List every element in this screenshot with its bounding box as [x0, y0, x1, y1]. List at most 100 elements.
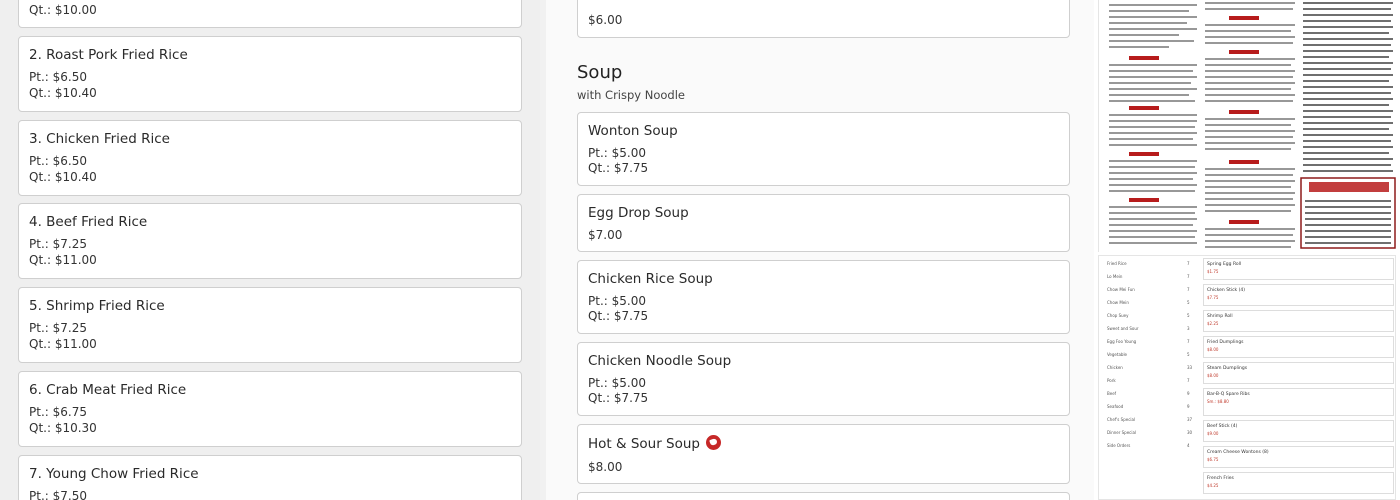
- pint-price: Pt.: $7.25: [29, 237, 87, 251]
- mini-item-name: Cream Cheese Wontons (8): [1207, 450, 1269, 455]
- category-count: 5: [1187, 313, 1190, 318]
- mini-item-price: Sm.: $8.80: [1207, 399, 1229, 404]
- category-name: Chef's Special: [1107, 417, 1136, 422]
- category-count: 9: [1187, 391, 1190, 396]
- item-title: Egg Drop Soup: [588, 205, 689, 221]
- mini-item-price: $7.75: [1207, 295, 1219, 300]
- category-count: 3: [1187, 326, 1190, 331]
- quart-price: Qt.: $10.00: [29, 3, 97, 17]
- pint-price: Pt.: $6.75: [29, 405, 87, 419]
- category-name: Fried Rice: [1107, 261, 1127, 266]
- quart-price: Qt.: $10.40: [29, 86, 97, 100]
- mini-item-price: $1.75: [1207, 269, 1219, 274]
- category-count: 37: [1187, 417, 1193, 422]
- quart-price: Qt.: $10.30: [29, 421, 97, 435]
- mini-item-card: Shrimp Roll $2.25: [1203, 310, 1394, 332]
- mini-item-name: Shrimp Roll: [1207, 314, 1233, 319]
- menu-item-card[interactable]: 3. Chicken Fried Rice Pt.: $6.50 Qt.: $1…: [18, 120, 522, 196]
- pint-price: Pt.: $5.00: [588, 376, 646, 390]
- mini-item-card: French Fries $4.25: [1203, 472, 1394, 494]
- category-count: 4: [1187, 443, 1190, 448]
- item-title: Wonton Soup: [588, 123, 678, 139]
- item-title: Hot & Sour Soup: [588, 436, 700, 452]
- menu-item-card[interactable]: Hot & Sour Soup $8.00: [577, 424, 1070, 484]
- item-title: 3. Chicken Fried Rice: [29, 131, 170, 147]
- category-name: Chop Suey: [1107, 313, 1129, 318]
- category-count: 30: [1187, 430, 1193, 435]
- category-count: 7: [1187, 274, 1190, 279]
- menu-item-card[interactable]: Egg Drop Soup $7.00: [577, 194, 1070, 252]
- pint-price: Pt.: $7.25: [29, 321, 87, 335]
- soup-column: $6.00 Soup with Crispy Noodle Wonton Sou…: [546, 0, 1094, 500]
- category-count: 9: [1187, 404, 1190, 409]
- category-count: 33: [1187, 365, 1193, 370]
- menu-item-card[interactable]: Chicken Rice Soup Pt.: $5.00 Qt.: $7.75: [577, 260, 1070, 334]
- mini-item-card: Cream Cheese Wontons (8) $6.75: [1203, 446, 1394, 468]
- menu-item-card[interactable]: [577, 492, 1070, 500]
- quart-price: Qt.: $11.00: [29, 253, 97, 267]
- mini-item-name: Bar-B-Q Spare Ribs: [1207, 392, 1250, 397]
- mini-item-price: $6.75: [1207, 457, 1219, 462]
- menu-item-card[interactable]: 7. Young Chow Fried Rice Pt.: $7.50: [18, 455, 522, 500]
- mini-item-card: Bar-B-Q Spare Ribs Sm.: $8.80: [1203, 388, 1394, 416]
- quart-price: Qt.: $7.75: [588, 391, 649, 405]
- category-name: Beef: [1107, 391, 1117, 396]
- menu-item-card[interactable]: 4. Beef Fried Rice Pt.: $7.25 Qt.: $11.0…: [18, 203, 522, 279]
- mini-item-card: Chicken Stick (4) $7.75: [1203, 284, 1394, 306]
- category-name: Egg Foo Young: [1107, 339, 1137, 344]
- category-name: Vegetable: [1107, 352, 1128, 357]
- spicy-icon: [706, 435, 721, 450]
- mini-item-card: Steam Dumplings $8.00: [1203, 362, 1394, 384]
- item-title: Chicken Noodle Soup: [588, 353, 732, 369]
- menu-item-card[interactable]: 6. Crab Meat Fried Rice Pt.: $6.75 Qt.: …: [18, 371, 522, 447]
- mini-item-price: $4.25: [1207, 483, 1219, 488]
- item-price: $6.00: [588, 13, 623, 27]
- pint-price: Pt.: $7.50: [29, 489, 87, 500]
- category-count: 7: [1187, 287, 1190, 292]
- category-name: Dinner Special: [1107, 430, 1137, 435]
- quart-price: Qt.: $10.40: [29, 170, 97, 184]
- menu-item-card[interactable]: 2. Roast Pork Fried Rice Pt.: $6.50 Qt.:…: [18, 36, 522, 112]
- fried-rice-column: Qt.: $10.00 2. Roast Pork Fried Rice Pt.…: [0, 0, 540, 500]
- category-count: 7: [1187, 339, 1190, 344]
- mini-item-card: Fried Dumplings $8.00: [1203, 336, 1394, 358]
- pint-price: Pt.: $6.50: [29, 154, 87, 168]
- item-title: 2. Roast Pork Fried Rice: [29, 47, 188, 63]
- item-price: $8.00: [588, 460, 623, 474]
- category-count: 7: [1187, 261, 1190, 266]
- menu-item-card[interactable]: 5. Shrimp Fried Rice Pt.: $7.25 Qt.: $11…: [18, 287, 522, 363]
- pint-price: Pt.: $5.00: [588, 294, 646, 308]
- quart-price: Qt.: $11.00: [29, 337, 97, 351]
- item-title: 4. Beef Fried Rice: [29, 214, 148, 230]
- category-name: Lo Mein: [1107, 274, 1123, 279]
- mini-item-card: Spring Egg Roll $1.75: [1203, 258, 1394, 280]
- category-name: Chow Mei Fun: [1107, 287, 1135, 292]
- menu-images-column: Fried Rice 7 Lo Mein 7 Chow Mei Fun 7 Chow …: [1094, 0, 1400, 500]
- mini-item-name: Chicken Stick (4): [1207, 288, 1245, 293]
- item-price: $7.00: [588, 228, 623, 242]
- mini-item-name: Beef Stick (4): [1207, 424, 1238, 429]
- pint-price: Pt.: $6.50: [29, 70, 87, 84]
- mini-item-price: $8.00: [1207, 347, 1219, 352]
- item-title: 5. Shrimp Fried Rice: [29, 298, 165, 314]
- printed-menu-graphic: [1099, 0, 1396, 252]
- menu-screenshot-image[interactable]: Fried Rice 7 Lo Mein 7 Chow Mei Fun 7 Chow …: [1098, 255, 1396, 500]
- item-title-row: Hot & Sour Soup: [588, 435, 721, 452]
- category-count: 5: [1187, 300, 1190, 305]
- menu-item-card[interactable]: Wonton Soup Pt.: $5.00 Qt.: $7.75: [577, 112, 1070, 186]
- menu-item-card[interactable]: Chicken Noodle Soup Pt.: $5.00 Qt.: $7.7…: [577, 342, 1070, 416]
- category-name: Pork: [1107, 378, 1116, 383]
- printed-menu-image[interactable]: [1098, 0, 1396, 252]
- category-name: Side Orders: [1107, 443, 1131, 448]
- item-title: 7. Young Chow Fried Rice: [29, 466, 199, 482]
- mini-item-price: $2.25: [1207, 321, 1219, 326]
- menu-item-card[interactable]: $6.00: [577, 0, 1070, 38]
- menu-item-card[interactable]: Qt.: $10.00: [18, 0, 522, 28]
- category-name: Seafood: [1107, 404, 1124, 409]
- category-name: Chow Mein: [1107, 300, 1129, 305]
- mini-item-name: French Fries: [1207, 476, 1234, 481]
- mini-item-name: Fried Dumplings: [1207, 340, 1244, 345]
- mini-item-price: $8.00: [1207, 373, 1219, 378]
- section-subtitle: with Crispy Noodle: [577, 88, 686, 102]
- item-title: 6. Crab Meat Fried Rice: [29, 382, 187, 398]
